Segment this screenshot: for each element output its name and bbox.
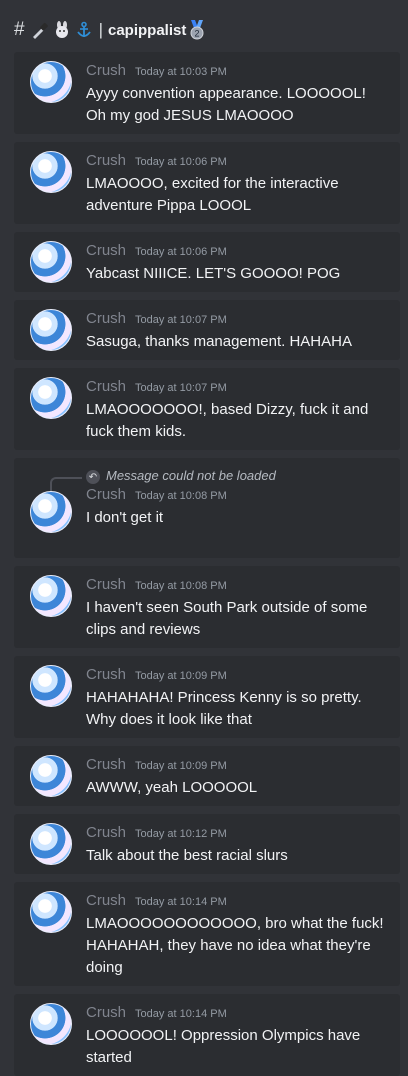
message-content: LMAOOOO, excited for the interactive adv… [86, 175, 339, 214]
timestamp[interactable]: Today at 10:06 PM [135, 156, 227, 168]
channel-name[interactable]: capippalist [108, 22, 186, 39]
author-name[interactable]: Crush [86, 486, 126, 503]
user-avatar[interactable] [30, 151, 72, 193]
message-header: Crush Today at 10:03 PM [86, 62, 388, 82]
message-header: Crush Today at 10:12 PM [86, 824, 388, 844]
message-content: HAHAHAHA! Princess Kenny is so pretty. W… [86, 689, 362, 728]
medal-number: 2 [195, 29, 200, 39]
user-avatar[interactable] [30, 309, 72, 351]
user-avatar[interactable] [30, 491, 72, 533]
message-header: Crush Today at 10:09 PM [86, 756, 388, 776]
message-content: Sasuga, thanks management. HAHAHA [86, 333, 352, 350]
author-name[interactable]: Crush [86, 152, 126, 169]
message-header: Crush Today at 10:06 PM [86, 152, 388, 172]
author-name[interactable]: Crush [86, 892, 126, 909]
user-avatar[interactable] [30, 891, 72, 933]
message-feed: Crush Today at 10:03 PM Ayyy convention ap… [14, 52, 400, 1076]
message-item[interactable]: Crush Today at 10:07 PM Sasuga, thanks man… [14, 300, 400, 360]
user-avatar[interactable] [30, 823, 72, 865]
message-item[interactable]: Crush Today at 10:14 PM LOOOOOOL! Oppressi… [14, 994, 400, 1076]
message-content: I don't get it [86, 509, 164, 526]
user-avatar[interactable] [30, 665, 72, 707]
user-avatar[interactable] [30, 61, 72, 103]
author-name[interactable]: Crush [86, 1004, 126, 1021]
message-item[interactable]: Crush Today at 10:06 PM Yabcast NIIICE. LE… [14, 232, 400, 292]
user-avatar[interactable] [30, 241, 72, 283]
timestamp[interactable]: Today at 10:09 PM [135, 760, 227, 772]
reply-text: Message could not be loaded [106, 468, 276, 483]
medal-badge-icon: 2 [188, 20, 206, 40]
timestamp[interactable]: Today at 10:03 PM [135, 66, 227, 78]
message-header: Crush Today at 10:14 PM [86, 1004, 388, 1024]
timestamp[interactable]: Today at 10:12 PM [135, 828, 227, 840]
timestamp[interactable]: Today at 10:07 PM [135, 382, 227, 394]
author-name[interactable]: Crush [86, 242, 126, 259]
author-name[interactable]: Crush [86, 310, 126, 327]
message-item[interactable]: Crush Today at 10:09 PM AWWW, yeah LOOOOOL [14, 746, 400, 806]
timestamp[interactable]: Today at 10:14 PM [135, 896, 227, 908]
reply-connector [50, 477, 82, 491]
message-header: Crush Today at 10:08 PM [86, 576, 388, 596]
message-item[interactable]: Crush Today at 10:07 PM LMAOOOOOOO!, based… [14, 368, 400, 450]
message-content: I haven't seen South Park outside of som… [86, 599, 368, 638]
message-item[interactable]: Crush Today at 10:14 PM LMAOOOOOOOOOOOO, b… [14, 882, 400, 986]
author-name[interactable]: Crush [86, 576, 126, 593]
message-header: Crush Today at 10:07 PM [86, 310, 388, 330]
timestamp[interactable]: Today at 10:14 PM [135, 1008, 227, 1020]
message-content: LOOOOOOL! Oppression Olympics have start… [86, 1027, 361, 1066]
message-header: Crush Today at 10:06 PM [86, 242, 388, 262]
message-item[interactable]: Crush Today at 10:12 PM Talk about the bes… [14, 814, 400, 874]
channel-hash-icon: # [14, 19, 25, 40]
author-name[interactable]: Crush [86, 378, 126, 395]
rabbit-emoji-icon [53, 21, 71, 39]
message-header: Crush Today at 10:08 PM [86, 486, 388, 506]
author-name[interactable]: Crush [86, 666, 126, 683]
anchor-emoji-icon [75, 21, 93, 39]
message-header: Crush Today at 10:09 PM [86, 666, 388, 686]
message-content: LMAOOOOOOOOOOOO, bro what the fuck! HAHA… [86, 915, 384, 976]
title-separator: | [98, 20, 103, 39]
timestamp[interactable]: Today at 10:09 PM [135, 670, 227, 682]
timestamp[interactable]: Today at 10:08 PM [135, 580, 227, 592]
user-avatar[interactable] [30, 1003, 72, 1045]
message-content: LMAOOOOOOO!, based Dizzy, fuck it and fu… [86, 401, 369, 440]
author-name[interactable]: Crush [86, 824, 126, 841]
message-content: Yabcast NIIICE. LET'S GOOOO! POG [86, 265, 341, 282]
message-content: AWWW, yeah LOOOOOL [86, 779, 258, 796]
message-item[interactable]: Crush Today at 10:06 PM LMAOOOO, excited f… [14, 142, 400, 224]
user-avatar[interactable] [30, 377, 72, 419]
message-item[interactable]: Crush Today at 10:09 PM HAHAHAHA! Princess… [14, 656, 400, 738]
message-content: Ayyy convention appearance. LOOOOOL! Oh … [86, 85, 366, 124]
user-avatar[interactable] [30, 575, 72, 617]
timestamp[interactable]: Today at 10:06 PM [135, 246, 227, 258]
message-item[interactable]: ↶ Message could not be loaded Crush Today a… [14, 458, 400, 558]
user-avatar[interactable] [30, 755, 72, 797]
author-name[interactable]: Crush [86, 756, 126, 773]
knife-emoji-icon [31, 21, 49, 39]
message-content: Talk about the best racial slurs [86, 847, 288, 864]
timestamp[interactable]: Today at 10:07 PM [135, 314, 227, 326]
message-item[interactable]: Crush Today at 10:03 PM Ayyy convention ap… [14, 52, 400, 134]
author-name[interactable]: Crush [86, 62, 126, 79]
message-header: Crush Today at 10:07 PM [86, 378, 388, 398]
timestamp[interactable]: Today at 10:08 PM [135, 490, 227, 502]
message-header: Crush Today at 10:14 PM [86, 892, 388, 912]
channel-header: # | capippalist 2 [0, 0, 408, 60]
reply-reference[interactable]: ↶ Message could not be loaded [50, 468, 388, 491]
message-item[interactable]: Crush Today at 10:08 PM I haven't seen Sou… [14, 566, 400, 648]
reply-arrow-icon: ↶ [86, 470, 100, 484]
